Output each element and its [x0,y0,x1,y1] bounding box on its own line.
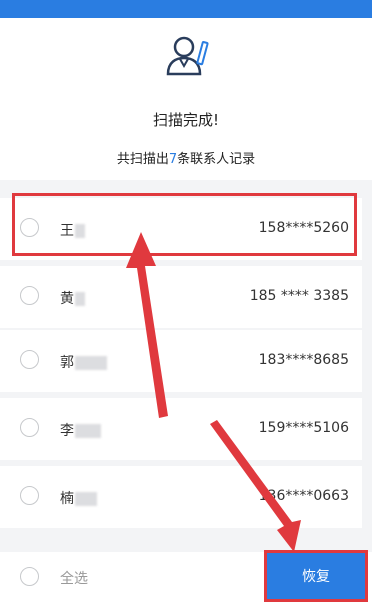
highlight-box-restore [264,550,368,602]
status-bar [0,0,372,18]
scan-summary: 共扫描出7条联系人记录 [0,148,372,167]
contact-name: 楠 [60,488,97,508]
contact-row[interactable]: 李 159****5106 [0,398,362,460]
select-radio[interactable] [20,486,39,505]
highlight-box-first-contact [12,193,357,256]
contact-phone: 136****0663 [258,488,349,504]
scan-result-header: 扫描完成! 共扫描出7条联系人记录 [0,18,372,180]
contact-row[interactable]: 郭 183****8685 [0,330,362,392]
select-all-label[interactable]: 全选 [60,568,88,588]
contact-row[interactable]: 黄 185 **** 3385 [0,266,362,328]
select-radio[interactable] [20,350,39,369]
select-all-radio[interactable] [20,567,39,586]
contact-user-icon [166,36,209,76]
contact-phone: 159****5106 [258,420,349,436]
contact-name: 黄 [60,288,85,308]
summary-prefix: 共扫描出 [116,152,169,167]
summary-count: 7 [168,152,178,167]
contact-name: 郭 [60,352,107,372]
contact-phone: 185 **** 3385 [249,288,349,304]
contact-phone: 183****8685 [258,352,349,368]
select-radio[interactable] [20,286,39,305]
contact-name: 李 [60,420,101,440]
contact-row[interactable]: 楠 136****0663 [0,466,362,528]
summary-suffix: 条联系人记录 [177,152,256,167]
scan-complete-title: 扫描完成! [152,111,219,129]
select-radio[interactable] [20,418,39,437]
